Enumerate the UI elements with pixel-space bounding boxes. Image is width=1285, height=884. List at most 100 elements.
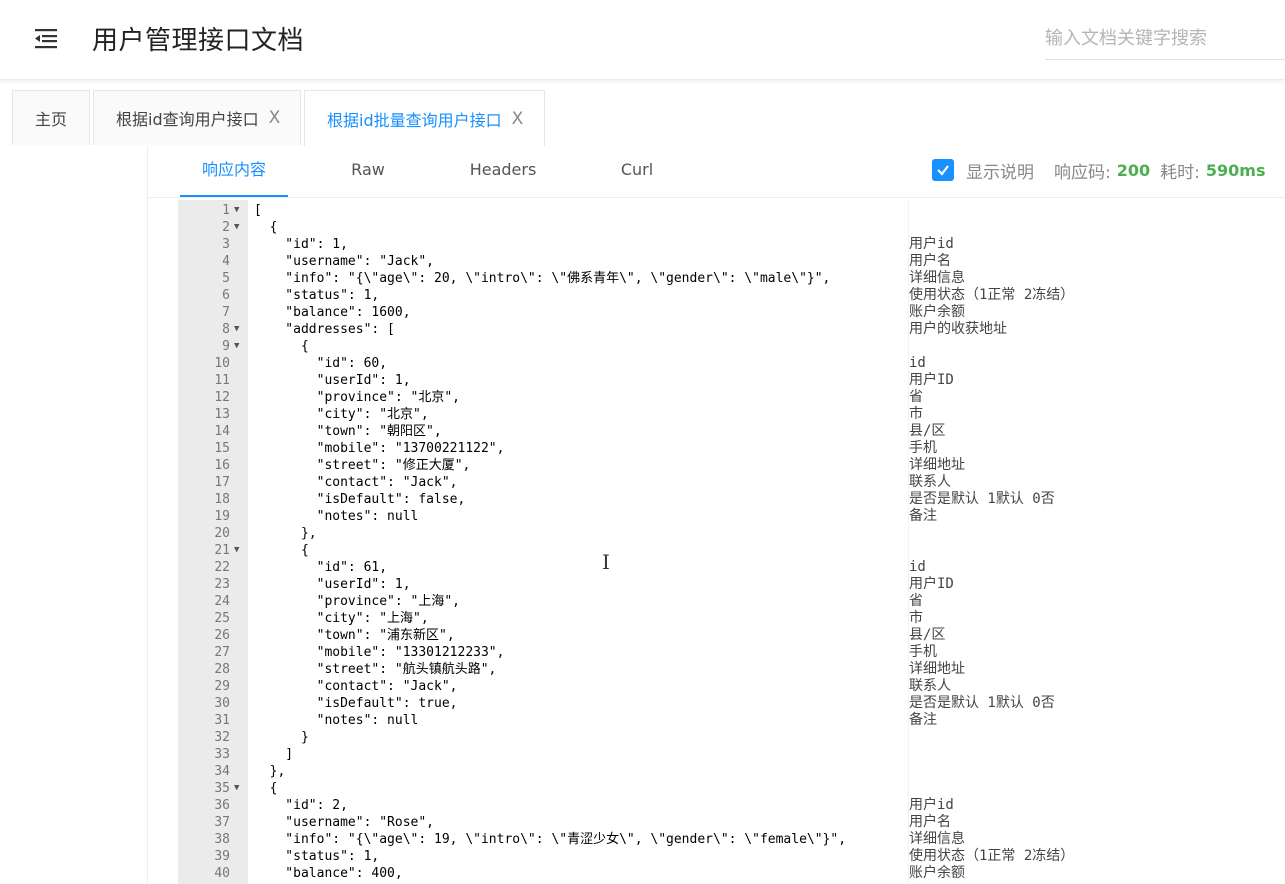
code-line: 23 "userId": 1, 用户ID [178,576,1285,593]
response-code-editor[interactable]: I 1 ▼[2 ▼ {3 "id": 1, 用户id 4 "username": "Ja… [178,200,1285,884]
field-description: 省 [909,389,923,405]
line-number: 12 [214,390,230,405]
fold-toggle-icon[interactable]: ▼ [234,202,239,219]
line-number: 9 [222,339,230,354]
code-line: 9 ▼ { [178,338,1285,355]
search-input[interactable] [1045,18,1285,60]
subtab-curl[interactable]: Curl [598,146,676,197]
code-text: "status": 1, [254,849,380,864]
code-line: 32 } [178,729,1285,746]
code-text: }, [254,764,286,779]
line-number: 34 [214,764,230,779]
code-line: 8 ▼ "addresses": [用户的收获地址 [178,321,1285,338]
code-text: "street": "修正大厦", [254,458,471,473]
field-description: 用户ID [909,372,954,388]
code-line: 40 "balance": 400, 账户余额 [178,865,1285,882]
code-line: 29 "contact": "Jack", 联系人 [178,678,1285,695]
code-text: "id": 2, [254,798,348,813]
field-description: 使用状态（1正常 2冻结） [909,848,1075,864]
fold-toggle-icon[interactable]: ▼ [234,219,239,236]
subtab-label: Curl [620,160,654,179]
fold-toggle-icon[interactable]: ▼ [234,542,239,559]
line-number: 30 [214,696,230,711]
code-text: "username": "Jack", [254,254,435,269]
code-text: { [254,781,278,796]
line-number: 40 [214,866,230,881]
field-description: id [909,559,926,575]
line-number: 1 [222,203,230,218]
line-number: 29 [214,679,230,694]
line-number: 3 [222,237,230,252]
line-number: 38 [214,832,230,847]
subtab-response-content[interactable]: 响应内容 [180,146,288,197]
field-description: 用户名 [909,253,951,269]
line-number: 24 [214,594,230,609]
code-text: "mobile": "13301212233", [254,645,505,660]
field-description: 用户名 [909,814,951,830]
field-description: 账户余额 [909,865,965,881]
response-meta: 显示说明 响应码: 200 耗时: 590ms [932,146,1275,194]
code-text: "username": "Rose", [254,815,435,830]
field-description: 详细信息 [909,831,965,847]
subtab-raw[interactable]: Raw [328,146,408,197]
code-line: 1 ▼ [ [178,202,1285,219]
fold-toggle-icon[interactable]: ▼ [234,780,239,797]
subtab-headers[interactable]: Headers [458,146,548,197]
code-line: 35 ▼ { [178,780,1285,797]
code-text: "city": "上海", [254,611,429,626]
code-text: "notes": null [254,713,419,728]
code-text: "contact": "Jack", [254,679,458,694]
subtab-label: Raw [351,160,385,179]
subtab-label: 响应内容 [201,160,266,179]
page-title: 用户管理接口文档 [92,26,305,56]
code-text: "isDefault": false, [254,492,466,507]
code-text: }, [254,526,317,541]
code-line: 31 "notes": null 备注 [178,712,1285,729]
code-line: 15 "mobile": "13700221122", 手机 [178,440,1285,457]
tab-home[interactable]: 主页 [12,90,90,145]
tab-bar: 主页 根据id查询用户接口 X 根据id批量查询用户接口 X [0,80,1285,146]
code-text: "notes": null [254,509,419,524]
code-line: 10 "id": 60, id [178,355,1285,372]
line-number: 4 [222,254,230,269]
code-text: "info": "{\"age\": 20, \"intro\": \"佛系青年… [254,271,831,286]
code-line: 39 "status": 1, 使用状态（1正常 2冻结） [178,848,1285,865]
line-number: 33 [214,747,230,762]
tab-query-user-by-id[interactable]: 根据id查询用户接口 X [93,90,301,145]
code-line: 27 "mobile": "13301212233", 手机 [178,644,1285,661]
menu-collapse-icon[interactable] [33,27,59,49]
code-text: "id": 60, [254,356,388,371]
code-text: { [254,339,309,354]
close-icon[interactable]: X [269,108,281,128]
code-text: { [254,543,309,558]
close-icon[interactable]: X [512,109,524,129]
code-text: "contact": "Jack", [254,475,458,490]
fold-toggle-icon[interactable]: ▼ [234,338,239,355]
code-line: 25 "city": "上海", 市 [178,610,1285,627]
code-text: "balance": 1600, [254,305,411,320]
code-text: { [254,220,278,235]
response-subtabs: 响应内容 Raw Headers Curl 显示说明 响应码: 200 耗时: … [148,146,1285,198]
fold-toggle-icon[interactable]: ▼ [234,321,239,338]
left-panel-divider [147,146,148,884]
code-text: "street": "航头镇航头路", [254,662,497,677]
tab-label: 根据id查询用户接口 [116,110,259,129]
field-description: 备注 [909,508,937,524]
line-number: 22 [214,560,230,575]
field-description: 是否是默认 1默认 0否 [909,695,1055,711]
code-text: "status": 1, [254,288,380,303]
code-text: "userId": 1, [254,577,411,592]
line-number: 8 [222,322,230,337]
field-description: 使用状态（1正常 2冻结） [909,287,1075,303]
field-description: 详细地址 [909,457,965,473]
line-number: 23 [214,577,230,592]
code-line: 3 "id": 1, 用户id [178,236,1285,253]
show-description-checkbox[interactable] [932,159,954,181]
code-line: 16 "street": "修正大厦", 详细地址 [178,457,1285,474]
tab-batch-query-user-by-id[interactable]: 根据id批量查询用户接口 X [304,90,545,146]
line-number: 20 [214,526,230,541]
line-number: 32 [214,730,230,745]
show-description-label[interactable]: 显示说明 [966,158,1034,183]
code-line: 30 "isDefault": true, 是否是默认 1默认 0否 [178,695,1285,712]
field-description: 用户的收获地址 [909,321,1007,337]
